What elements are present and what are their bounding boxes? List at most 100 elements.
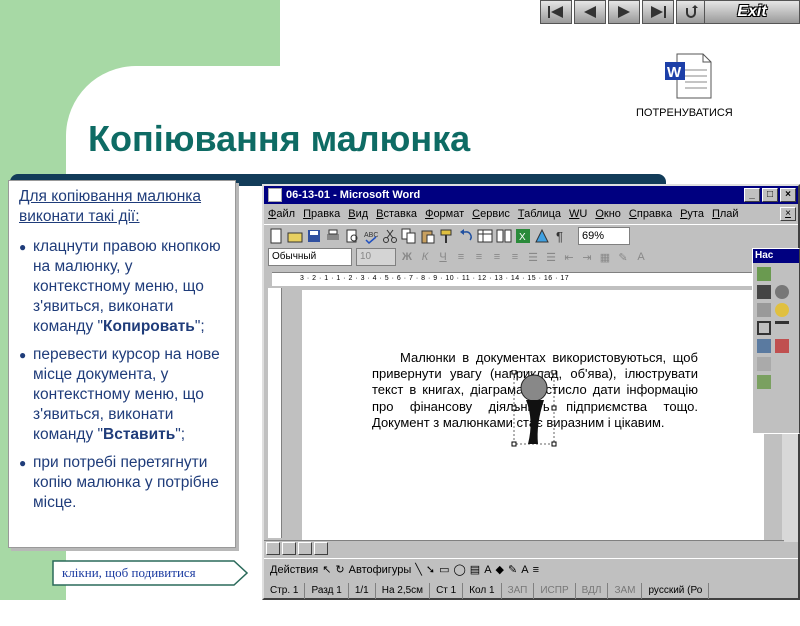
menu-ruta[interactable]: Рута	[680, 208, 704, 220]
normal-view-icon[interactable]	[266, 542, 280, 555]
rotate-icon[interactable]: ↻	[335, 563, 344, 576]
wordart-icon[interactable]: A	[484, 564, 491, 576]
font-size-select[interactable]: 10	[356, 248, 396, 266]
command-name: Копировать	[103, 318, 195, 335]
status-ext[interactable]: ВДЛ	[576, 583, 609, 599]
line-icon[interactable]: ╲	[415, 563, 422, 576]
menu-window[interactable]: Окно	[595, 208, 621, 220]
crop-icon[interactable]	[757, 321, 771, 335]
show-formatting-icon[interactable]: ¶	[553, 228, 569, 244]
brightness-icon[interactable]	[757, 303, 771, 317]
formatting-toolbar: Обычный 10 Ж К Ч ≡ ≡ ≡ ≡ ☰ ☰ ⇤ ⇥ ▦ ✎ A	[264, 246, 798, 268]
first-slide-button[interactable]	[540, 0, 572, 24]
oval-icon[interactable]: ◯	[453, 563, 465, 576]
align-left-icon[interactable]: ≡	[454, 251, 468, 263]
font-color-draw-icon[interactable]: A	[521, 564, 528, 576]
horizontal-ruler[interactable]: 3 · 2 · 1 · 1 · 2 · 3 · 4 · 5 · 6 · 7 · …	[272, 272, 762, 286]
menu-edit[interactable]: Правка	[303, 208, 340, 220]
show-demo-button[interactable]: клікни, щоб подивитися	[52, 560, 248, 586]
menu-play[interactable]: Плай	[712, 208, 739, 220]
select-objects-icon[interactable]: ↖	[322, 563, 331, 576]
menu-view[interactable]: Вид	[348, 208, 368, 220]
document-close-button[interactable]: ×	[780, 207, 796, 221]
increase-indent-icon[interactable]: ⇥	[580, 251, 594, 264]
decrease-indent-icon[interactable]: ⇤	[562, 251, 576, 264]
status-line: Ст 1	[430, 583, 464, 599]
new-document-icon[interactable]	[268, 228, 284, 244]
practice-link[interactable]: ПОТРЕНУВАТИСЯ	[636, 107, 733, 119]
exit-button[interactable]: Exit	[704, 0, 800, 24]
format-painter-icon[interactable]	[439, 228, 455, 244]
rectangle-icon[interactable]: ▭	[439, 563, 449, 576]
drawing-icon[interactable]	[534, 228, 550, 244]
fill-color-icon[interactable]: ◆	[496, 563, 504, 576]
horizontal-scrollbar[interactable]	[264, 540, 784, 556]
insert-picture-icon[interactable]	[757, 267, 771, 281]
menu-file[interactable]: Файл	[268, 208, 295, 220]
outline-view-icon[interactable]	[314, 542, 328, 555]
menu-table[interactable]: Таблица	[518, 208, 561, 220]
contrast-icon[interactable]	[775, 285, 789, 299]
close-button[interactable]: ×	[780, 188, 796, 202]
minimize-button[interactable]: _	[744, 188, 760, 202]
menu-insert[interactable]: Вставка	[376, 208, 417, 220]
undo-icon[interactable]	[458, 228, 474, 244]
paste-icon[interactable]	[420, 228, 436, 244]
status-rec[interactable]: ЗАП	[502, 583, 535, 599]
draw-actions-menu[interactable]: Действия	[270, 564, 318, 576]
arrow-icon[interactable]: ➘	[426, 563, 435, 576]
menu-wu[interactable]: WU	[569, 208, 587, 220]
word-menu-bar: Файл Правка Вид Вставка Формат Сервис Та…	[264, 204, 798, 224]
vertical-ruler[interactable]	[268, 288, 282, 538]
align-right-icon[interactable]: ≡	[490, 251, 504, 263]
autoshapes-menu[interactable]: Автофигуры	[349, 564, 412, 576]
italic-icon[interactable]: К	[418, 251, 432, 263]
align-center-icon[interactable]: ≡	[472, 251, 486, 263]
cut-icon[interactable]	[382, 228, 398, 244]
justify-icon[interactable]: ≡	[508, 251, 522, 263]
next-slide-button[interactable]	[608, 0, 640, 24]
page-view-icon[interactable]	[298, 542, 312, 555]
format-picture-icon[interactable]	[775, 339, 789, 353]
line-color-icon[interactable]: ✎	[508, 563, 517, 576]
print-preview-icon[interactable]	[344, 228, 360, 244]
open-folder-icon[interactable]	[287, 228, 303, 244]
maximize-button[interactable]: □	[762, 188, 778, 202]
copy-icon[interactable]	[401, 228, 417, 244]
clipart-image[interactable]	[510, 370, 558, 450]
line-style-icon[interactable]: ≡	[533, 564, 539, 576]
set-transparent-icon[interactable]	[757, 357, 771, 371]
web-view-icon[interactable]	[282, 542, 296, 555]
zoom-select[interactable]: 69%	[578, 226, 630, 245]
bullets-icon[interactable]: ☰	[544, 251, 558, 264]
status-ovr[interactable]: ЗАМ	[608, 583, 643, 599]
textbox-icon[interactable]: ▤	[470, 563, 480, 576]
columns-icon[interactable]	[496, 228, 512, 244]
excel-icon[interactable]: X	[515, 228, 531, 244]
reset-picture-icon[interactable]	[757, 375, 771, 389]
last-slide-button[interactable]	[642, 0, 674, 24]
bold-icon[interactable]: Ж	[400, 251, 414, 263]
style-select[interactable]: Обычный	[268, 248, 352, 266]
font-color-icon[interactable]: A	[634, 251, 648, 263]
text-wrap-icon[interactable]	[757, 339, 771, 353]
print-icon[interactable]	[325, 228, 341, 244]
image-control-icon[interactable]	[757, 285, 771, 299]
drawing-toolbar: Действия ↖ ↻ Автофигуры ╲ ➘ ▭ ◯ ▤ A ◆ ✎ …	[264, 558, 798, 580]
menu-format[interactable]: Формат	[425, 208, 464, 220]
document-page[interactable]: Малюнки в документах використовуються, щ…	[302, 290, 764, 540]
menu-help[interactable]: Справка	[629, 208, 672, 220]
numbering-icon[interactable]: ☰	[526, 251, 540, 264]
previous-slide-button[interactable]	[574, 0, 606, 24]
borders-icon[interactable]: ▦	[598, 251, 612, 264]
spelling-icon[interactable]: ABC	[363, 228, 379, 244]
line-style-panel-icon[interactable]	[775, 321, 789, 335]
menu-tools[interactable]: Сервис	[472, 208, 510, 220]
save-icon[interactable]	[306, 228, 322, 244]
status-trk[interactable]: ИСПР	[534, 583, 576, 599]
word-document-icon[interactable]: W	[663, 52, 715, 100]
sun-icon[interactable]	[775, 303, 789, 317]
insert-table-icon[interactable]	[477, 228, 493, 244]
highlight-icon[interactable]: ✎	[616, 251, 630, 264]
underline-icon[interactable]: Ч	[436, 251, 450, 263]
